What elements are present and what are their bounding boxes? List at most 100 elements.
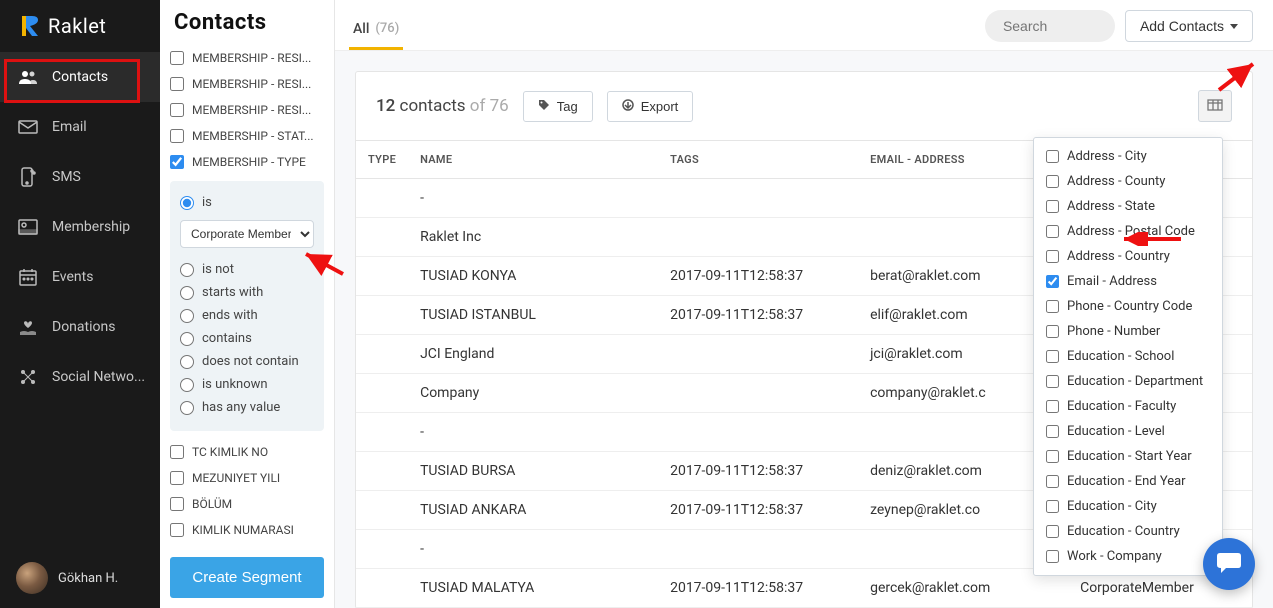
export-button[interactable]: Export: [607, 91, 694, 122]
user-footer[interactable]: Gökhan H.: [0, 548, 160, 608]
filter-item[interactable]: BÖLÜM: [170, 491, 324, 517]
column-checkbox[interactable]: [1046, 325, 1059, 338]
sidebar-item-donations[interactable]: Donations: [0, 302, 160, 352]
operator-has-any-value[interactable]: has any value: [180, 396, 314, 419]
filter-checkbox[interactable]: [170, 445, 184, 459]
cell-name: -: [408, 530, 658, 569]
filter-checkbox[interactable]: [170, 77, 184, 91]
sidebar-item-events[interactable]: Events: [0, 252, 160, 302]
column-option[interactable]: Education - Start Year: [1034, 444, 1222, 469]
column-label: Address - Country: [1067, 249, 1170, 264]
radio[interactable]: [180, 263, 194, 277]
filter-checkbox[interactable]: [170, 155, 184, 169]
radio[interactable]: [180, 355, 194, 369]
radio[interactable]: [180, 401, 194, 415]
filter-item[interactable]: MEMBERSHIP - RESI...: [170, 97, 324, 123]
column-checkbox[interactable]: [1046, 550, 1059, 563]
filter-checkbox[interactable]: [170, 51, 184, 65]
filter-checkbox[interactable]: [170, 471, 184, 485]
operator-ends-with[interactable]: ends with: [180, 304, 314, 327]
col-type[interactable]: TYPE: [356, 141, 408, 179]
column-checkbox[interactable]: [1046, 250, 1059, 263]
filter-checkbox[interactable]: [170, 129, 184, 143]
filter-value-select[interactable]: Corporate Member: [180, 220, 314, 248]
column-option[interactable]: Education - Level: [1034, 419, 1222, 444]
filter-body: MEMBERSHIP - RESI... MEMBERSHIP - RESI..…: [160, 35, 334, 547]
filter-checkbox[interactable]: [170, 103, 184, 117]
cell-name: TUSIAD KONYA: [408, 257, 658, 296]
column-checkbox[interactable]: [1046, 500, 1059, 513]
filter-item[interactable]: MEMBERSHIP - RESI...: [170, 45, 324, 71]
col-tags[interactable]: TAGS: [658, 141, 858, 179]
create-segment-button[interactable]: Create Segment: [170, 557, 324, 598]
column-option[interactable]: Education - City: [1034, 494, 1222, 519]
column-checkbox[interactable]: [1046, 300, 1059, 313]
filter-item[interactable]: MEZUNIYET YILI: [170, 465, 324, 491]
column-option[interactable]: Phone - Country Code: [1034, 294, 1222, 319]
radio[interactable]: [180, 378, 194, 392]
search-input[interactable]: [985, 10, 1115, 42]
operator-label: does not contain: [202, 354, 299, 369]
tag-button[interactable]: Tag: [523, 91, 593, 122]
tab-all[interactable]: All (76): [349, 11, 403, 50]
columns-toggle-button[interactable]: [1198, 90, 1232, 122]
column-checkbox[interactable]: [1046, 525, 1059, 538]
column-option[interactable]: Education - Department: [1034, 369, 1222, 394]
sidebar-item-membership[interactable]: Membership: [0, 202, 160, 252]
radio[interactable]: [180, 309, 194, 323]
contacts-word: contacts: [400, 96, 466, 116]
column-checkbox[interactable]: [1046, 200, 1059, 213]
column-checkbox[interactable]: [1046, 450, 1059, 463]
cell-tags: 2017-09-11T12:58:37: [658, 491, 858, 530]
col-name[interactable]: NAME: [408, 141, 658, 179]
radio[interactable]: [180, 196, 194, 210]
column-option[interactable]: Education - Faculty: [1034, 394, 1222, 419]
sidebar-item-sms[interactable]: SMS: [0, 152, 160, 202]
operator-starts-with[interactable]: starts with: [180, 281, 314, 304]
filter-item[interactable]: KIMLIK NUMARASI: [170, 517, 324, 543]
operator-does-not-contain[interactable]: does not contain: [180, 350, 314, 373]
column-checkbox[interactable]: [1046, 175, 1059, 188]
nav: Contacts Email SMS Membership Events Don…: [0, 52, 160, 548]
column-option[interactable]: Phone - Number: [1034, 319, 1222, 344]
cell-name: Company: [408, 374, 658, 413]
sidebar-item-contacts[interactable]: Contacts: [0, 52, 160, 102]
radio[interactable]: [180, 286, 194, 300]
column-option[interactable]: Education - Country: [1034, 519, 1222, 544]
sidebar-item-email[interactable]: Email: [0, 102, 160, 152]
operator-contains[interactable]: contains: [180, 327, 314, 350]
column-option[interactable]: Address - County: [1034, 169, 1222, 194]
column-checkbox[interactable]: [1046, 275, 1059, 288]
filter-checkbox[interactable]: [170, 523, 184, 537]
column-option[interactable]: Email - Address: [1034, 269, 1222, 294]
column-checkbox[interactable]: [1046, 225, 1059, 238]
column-option[interactable]: Work - Company: [1034, 544, 1222, 569]
column-checkbox[interactable]: [1046, 150, 1059, 163]
logo[interactable]: Raklet: [0, 0, 160, 52]
column-checkbox[interactable]: [1046, 375, 1059, 388]
column-checkbox[interactable]: [1046, 425, 1059, 438]
column-option[interactable]: Education - End Year: [1034, 469, 1222, 494]
radio[interactable]: [180, 332, 194, 346]
operator-is-unknown[interactable]: is unknown: [180, 373, 314, 396]
column-option[interactable]: Address - State: [1034, 194, 1222, 219]
column-checkbox[interactable]: [1046, 400, 1059, 413]
operator-is[interactable]: is: [180, 191, 314, 214]
sidebar-item-label: Email: [52, 119, 87, 135]
operator-is-not[interactable]: is not: [180, 258, 314, 281]
column-option[interactable]: Address - Postal Code: [1034, 219, 1222, 244]
filter-item[interactable]: MEMBERSHIP - TYPE: [170, 149, 324, 175]
add-contacts-button[interactable]: Add Contacts: [1125, 10, 1253, 42]
filter-item[interactable]: MEMBERSHIP - STAT...: [170, 123, 324, 149]
filter-item[interactable]: TC KIMLIK NO: [170, 439, 324, 465]
filter-label: MEMBERSHIP - RESI...: [192, 77, 311, 91]
filter-item[interactable]: MEMBERSHIP - RESI...: [170, 71, 324, 97]
chat-widget-button[interactable]: [1203, 538, 1255, 590]
column-option[interactable]: Education - School: [1034, 344, 1222, 369]
sidebar-item-social[interactable]: Social Netwo...: [0, 352, 160, 402]
column-option[interactable]: Address - City: [1034, 144, 1222, 169]
column-checkbox[interactable]: [1046, 350, 1059, 363]
filter-checkbox[interactable]: [170, 497, 184, 511]
column-option[interactable]: Address - Country: [1034, 244, 1222, 269]
column-checkbox[interactable]: [1046, 475, 1059, 488]
